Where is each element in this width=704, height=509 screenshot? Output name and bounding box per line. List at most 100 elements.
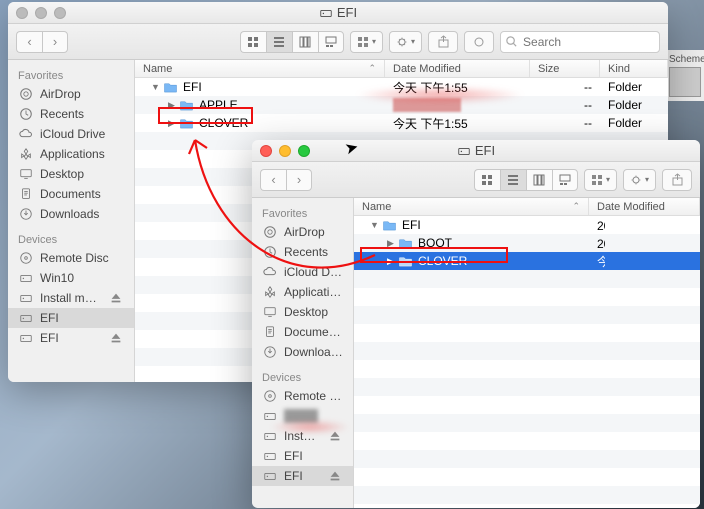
column-header[interactable]: Name⌃ Date Modified Size Kind bbox=[135, 60, 668, 78]
column-header[interactable]: Name⌃ Date Modified bbox=[354, 198, 700, 216]
titlebar[interactable]: EFI bbox=[252, 140, 700, 162]
view-icon-button[interactable] bbox=[240, 31, 266, 53]
view-list-button[interactable] bbox=[266, 31, 292, 53]
disclosure-triangle-icon[interactable]: ▶ bbox=[167, 118, 176, 129]
sidebar-item-win10[interactable]: Win10 bbox=[8, 268, 134, 288]
share-button[interactable] bbox=[662, 169, 692, 191]
sidebar-item-remote-disc[interactable]: Remote Disc bbox=[252, 386, 353, 406]
back-button[interactable]: ‹ bbox=[260, 169, 286, 191]
toolbar: ‹ › ▾ ▾ bbox=[252, 162, 700, 198]
table-row-empty bbox=[354, 270, 700, 288]
disclosure-triangle-icon[interactable]: ▼ bbox=[151, 82, 160, 92]
forward-button[interactable]: › bbox=[286, 169, 312, 191]
col-name[interactable]: Name bbox=[143, 63, 172, 75]
view-icon-button[interactable] bbox=[474, 169, 500, 191]
sidebar-item-airdrop[interactable]: AirDrop bbox=[8, 84, 134, 104]
file-name[interactable]: BOOT bbox=[416, 236, 452, 250]
disclosure-triangle-icon[interactable]: ▶ bbox=[167, 100, 176, 111]
sidebar-item-install-ma-[interactable]: Install ma… bbox=[8, 288, 134, 308]
file-name[interactable]: EFI bbox=[181, 80, 202, 94]
sidebar-item-efi[interactable]: EFI bbox=[252, 466, 353, 486]
sidebar-item-device[interactable]: ████ bbox=[252, 406, 353, 426]
file-name[interactable]: CLOVER bbox=[197, 116, 248, 130]
col-size[interactable]: Size bbox=[538, 63, 559, 75]
col-date[interactable]: Date Modified bbox=[393, 63, 461, 75]
share-button[interactable] bbox=[428, 31, 458, 53]
desktop-icon bbox=[18, 167, 34, 181]
disclosure-triangle-icon[interactable]: ▶ bbox=[386, 238, 395, 249]
cloud-icon bbox=[18, 127, 34, 141]
arrange-button[interactable]: ▾ bbox=[584, 169, 617, 191]
sidebar-item-documents[interactable]: Documents bbox=[8, 184, 134, 204]
arrange-button[interactable]: ▾ bbox=[350, 31, 383, 53]
sidebar-item-efi[interactable]: EFI bbox=[8, 328, 134, 348]
col-name[interactable]: Name bbox=[362, 201, 391, 213]
sidebar-item-applications[interactable]: Applications bbox=[252, 282, 353, 302]
sidebar-item-icloud-drive[interactable]: iCloud Drive bbox=[252, 262, 353, 282]
disclosure-triangle-icon[interactable]: ▶ bbox=[386, 256, 395, 267]
sidebar-item-airdrop[interactable]: AirDrop bbox=[252, 222, 353, 242]
sidebar-item-efi[interactable]: EFI bbox=[252, 446, 353, 466]
view-gallery-button[interactable] bbox=[318, 31, 344, 53]
eject-icon[interactable] bbox=[108, 291, 124, 305]
file-name[interactable]: EFI bbox=[400, 218, 421, 232]
search-input[interactable] bbox=[500, 31, 660, 53]
sidebar-item-desktop[interactable]: Desktop bbox=[252, 302, 353, 322]
table-row[interactable]: ▶ CLOVER今天 下午1:55--Folder bbox=[135, 114, 668, 132]
desktop-icon bbox=[262, 305, 278, 319]
sidebar-item-downloads[interactable]: Downloads bbox=[8, 204, 134, 224]
search-icon bbox=[505, 35, 518, 48]
toolbar: ‹ › ▾ ▾ bbox=[8, 24, 668, 60]
sidebar-item-documents[interactable]: Documents bbox=[252, 322, 353, 342]
sidebar-item-label: Downloads bbox=[40, 207, 99, 221]
sidebar-item-label: Documents bbox=[284, 325, 343, 339]
table-row[interactable]: ▼ EFI今天 下午1:55--Folder bbox=[135, 78, 668, 96]
file-name[interactable]: APPLE bbox=[197, 98, 238, 112]
forward-button[interactable]: › bbox=[42, 31, 68, 53]
disc-icon bbox=[18, 251, 34, 265]
table-row[interactable]: ▶ APPLE████████--Folder bbox=[135, 96, 668, 114]
titlebar[interactable]: EFI bbox=[8, 2, 668, 24]
table-row[interactable]: ▶ BOOT2018年7月10日 下 bbox=[354, 234, 700, 252]
view-gallery-button[interactable] bbox=[552, 169, 578, 191]
sidebar-item-label: Recents bbox=[40, 107, 84, 121]
sidebar-item-applications[interactable]: Applications bbox=[8, 144, 134, 164]
sidebar-item-recents[interactable]: Recents bbox=[8, 104, 134, 124]
back-button[interactable]: ‹ bbox=[16, 31, 42, 53]
table-row-empty bbox=[354, 432, 700, 450]
eject-icon[interactable] bbox=[327, 469, 343, 483]
view-list-button[interactable] bbox=[500, 169, 526, 191]
size-cell: -- bbox=[530, 116, 600, 130]
date-cell: 今天 下午1:55 bbox=[385, 79, 530, 96]
drive-icon bbox=[18, 271, 34, 285]
view-column-button[interactable] bbox=[526, 169, 552, 191]
sidebar-item-efi[interactable]: EFI bbox=[8, 308, 134, 328]
sidebar-item-desktop[interactable]: Desktop bbox=[8, 164, 134, 184]
tags-button[interactable] bbox=[464, 31, 494, 53]
file-name[interactable]: CLOVER bbox=[416, 254, 467, 268]
sidebar-item-icloud-drive[interactable]: iCloud Drive bbox=[8, 124, 134, 144]
col-date[interactable]: Date Modified bbox=[597, 201, 665, 213]
eject-icon[interactable] bbox=[327, 429, 343, 443]
view-mode-group bbox=[474, 169, 578, 191]
docs-icon bbox=[18, 187, 34, 201]
sidebar-item-label: Documents bbox=[40, 187, 101, 201]
apps-icon bbox=[18, 147, 34, 161]
view-column-button[interactable] bbox=[292, 31, 318, 53]
table-row[interactable]: ▼ EFI2018年6月5日 下 bbox=[354, 216, 700, 234]
search-field[interactable] bbox=[500, 31, 660, 53]
action-button[interactable]: ▾ bbox=[623, 169, 656, 191]
col-kind[interactable]: Kind bbox=[608, 63, 630, 75]
sidebar-item-remote-disc[interactable]: Remote Disc bbox=[8, 248, 134, 268]
sidebar-item-install-ma-[interactable]: Install ma… bbox=[252, 426, 353, 446]
sidebar-item-downloads[interactable]: Downloads bbox=[252, 342, 353, 362]
date-cell: 今天 上午11:49 bbox=[589, 253, 605, 270]
sidebar-item-label: Downloads bbox=[284, 345, 343, 359]
disclosure-triangle-icon[interactable]: ▼ bbox=[370, 220, 379, 230]
finder-window-front: EFI ‹ › ▾ ▾ Favorites AirDrop Recents iC… bbox=[252, 140, 700, 508]
action-button[interactable]: ▾ bbox=[389, 31, 422, 53]
table-row[interactable]: ▶ CLOVER 今天 上午11:49 bbox=[354, 252, 700, 270]
table-row-empty bbox=[354, 288, 700, 306]
eject-icon[interactable] bbox=[108, 331, 124, 345]
sidebar-item-recents[interactable]: Recents bbox=[252, 242, 353, 262]
